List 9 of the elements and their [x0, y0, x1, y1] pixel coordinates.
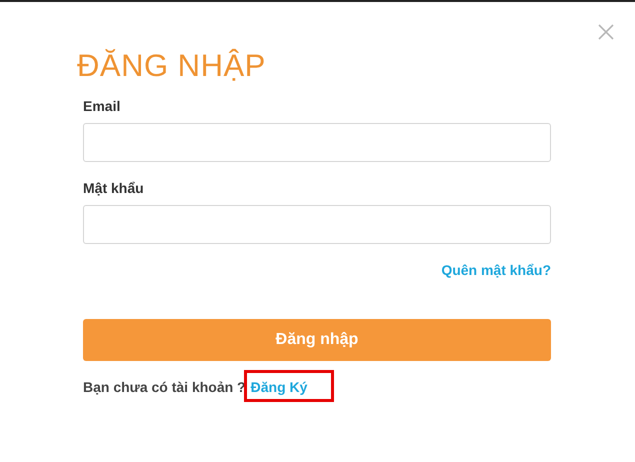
forgot-password-link[interactable]: Quên mật khẩu? [441, 262, 551, 278]
signup-link[interactable]: Đăng Ký [250, 379, 308, 395]
login-button[interactable]: Đăng nhập [83, 319, 551, 361]
dialog-title: ĐĂNG NHẬP [77, 47, 267, 85]
close-icon[interactable] [598, 24, 614, 40]
input-field[interactable] [83, 205, 551, 244]
field-label: Email [83, 98, 122, 114]
input-field[interactable] [83, 123, 551, 162]
field-label: Mật khẩu [83, 180, 145, 196]
